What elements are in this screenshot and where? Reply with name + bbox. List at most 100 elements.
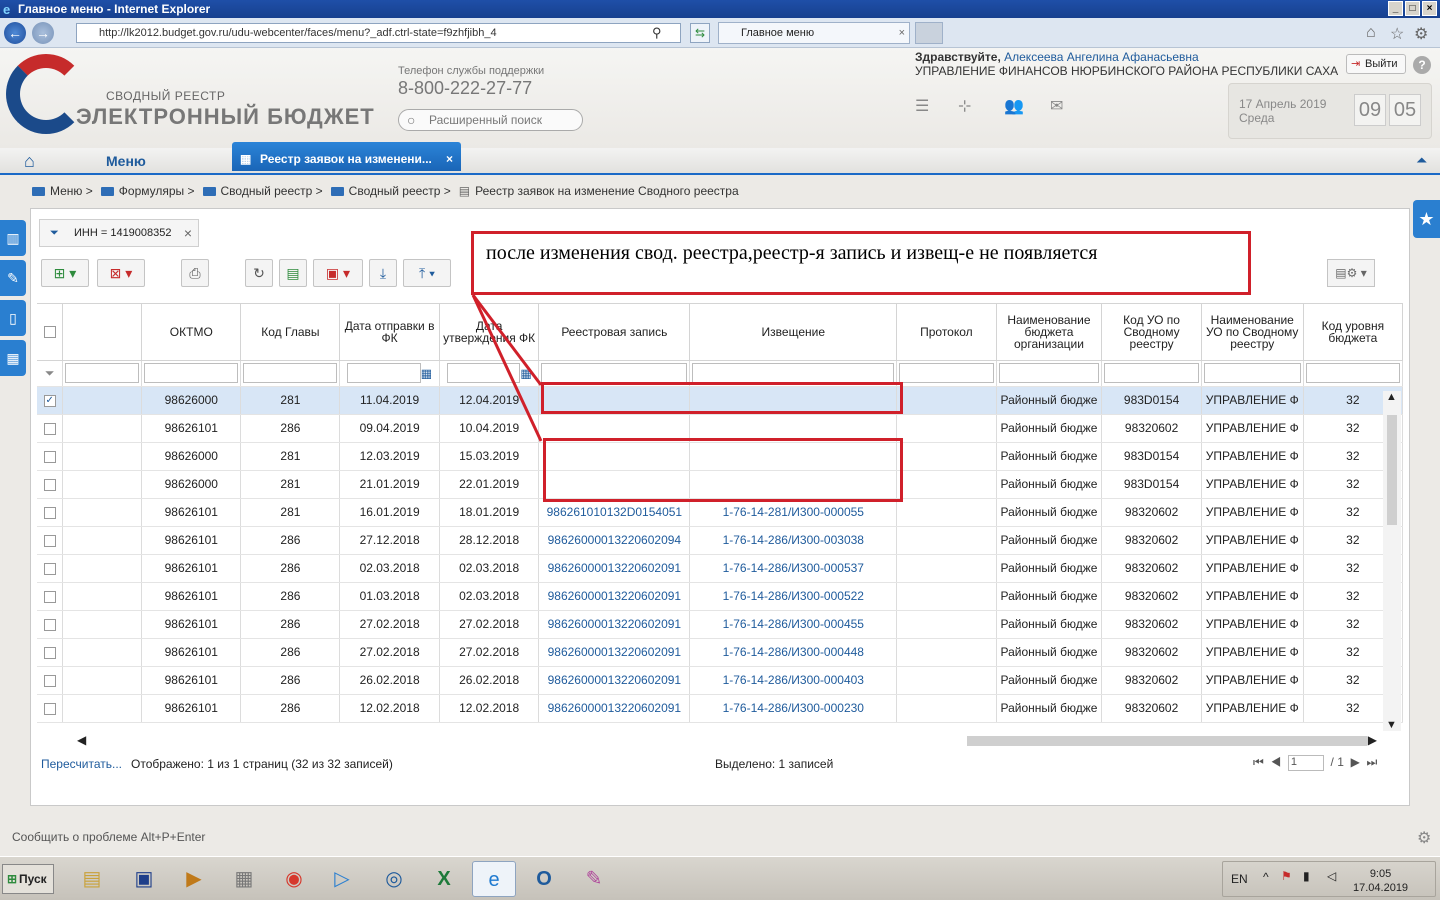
forward-arrow-icon[interactable]: →: [32, 22, 54, 44]
prev-page-icon[interactable]: ◀: [1270, 755, 1281, 769]
cell-registry-record[interactable]: 98626000013220602091: [538, 638, 691, 667]
explorer-icon[interactable]: ▤: [70, 861, 114, 897]
row-checkbox[interactable]: [43, 618, 56, 631]
back-arrow-icon[interactable]: ←: [4, 22, 26, 44]
row-checkbox[interactable]: [43, 478, 56, 491]
column-filter-input[interactable]: [998, 363, 1100, 383]
row-checkbox[interactable]: [43, 422, 56, 435]
advanced-search-input[interactable]: ○ Расширенный поиск: [398, 109, 583, 131]
row-checkbox[interactable]: [43, 450, 56, 463]
scroll-up-icon[interactable]: ▲: [1386, 391, 1397, 403]
calculator-icon[interactable]: ▦: [222, 861, 266, 897]
scroll-down-icon[interactable]: ▼: [1386, 719, 1397, 731]
table-row[interactable]: 98626101 286 26.02.2018 26.02.2018 986260000…: [37, 666, 1403, 695]
tray-expand-icon[interactable]: ^: [1263, 870, 1269, 884]
favorites-star-icon[interactable]: ☆: [1390, 24, 1404, 44]
scroll-left-icon[interactable]: ◀: [77, 733, 86, 747]
help-icon[interactable]: ?: [1413, 56, 1431, 74]
column-filter-input[interactable]: [1104, 363, 1199, 383]
table-row[interactable]: 98626101 286 27.12.2018 28.12.2018 986260000…: [37, 526, 1403, 555]
user-name[interactable]: Алексеева Ангелина Афанасьевна: [1004, 50, 1199, 64]
volume-icon[interactable]: ◁: [1327, 869, 1336, 883]
row-checkbox[interactable]: ✓: [43, 394, 56, 407]
media-player-icon[interactable]: ▶: [172, 861, 216, 897]
table-row[interactable]: 98626101 286 27.02.2018 27.02.2018 986260000…: [37, 610, 1403, 639]
collapse-header-icon[interactable]: ⏶: [1416, 152, 1427, 169]
last-page-icon[interactable]: ⏭: [1366, 755, 1377, 769]
column-header-notice[interactable]: Извещение: [689, 304, 898, 361]
menu-button[interactable]: Меню: [106, 153, 146, 169]
save-disk-icon[interactable]: ▣: [122, 861, 166, 897]
report-problem-link[interactable]: Сообщить о проблеме Alt+P+Enter: [12, 830, 205, 844]
cell-notice[interactable]: 1-76-14-286/И300-000537: [689, 554, 898, 583]
column-filter-input[interactable]: [541, 363, 688, 383]
row-checkbox[interactable]: [43, 702, 56, 715]
paint-icon[interactable]: ✎: [572, 861, 616, 897]
cell-registry-record[interactable]: 98626000013220602091: [538, 694, 691, 723]
refresh-button[interactable]: ↻: [245, 259, 273, 287]
export-excel-button[interactable]: ▤: [279, 259, 307, 287]
breadcrumb-item[interactable]: Формуляры >: [100, 184, 195, 198]
row-checkbox[interactable]: [43, 590, 56, 603]
column-filter-input[interactable]: [1305, 363, 1400, 383]
cell-registry-record[interactable]: 98626000013220602091: [538, 554, 691, 583]
close-tab-icon[interactable]: ×: [899, 23, 905, 43]
breadcrumb-item[interactable]: Меню >: [32, 184, 93, 198]
home-icon[interactable]: ⌂: [24, 151, 35, 172]
column-filter-input[interactable]: [144, 363, 239, 383]
structure-icon[interactable]: ⊹: [958, 96, 971, 116]
column-header-approved-date[interactable]: Дата утверждения ФК: [439, 304, 540, 361]
print-button[interactable]: ⎙: [181, 259, 209, 287]
cell-notice[interactable]: 1-76-14-286/И300-000230: [689, 694, 898, 723]
cell-notice[interactable]: 1-76-14-286/И300-000522: [689, 582, 898, 611]
network-icon[interactable]: ▮: [1303, 869, 1310, 883]
search-icon[interactable]: ⚲: [652, 25, 662, 41]
list-icon[interactable]: ☰: [915, 96, 929, 116]
language-indicator[interactable]: EN: [1231, 872, 1248, 886]
column-header-registry-record[interactable]: Реестровая запись: [538, 304, 691, 361]
side-book-icon[interactable]: ▯: [0, 300, 26, 336]
column-header-kod-glavy[interactable]: Код Главы: [240, 304, 341, 361]
row-checkbox[interactable]: [43, 674, 56, 687]
side-calculator-icon[interactable]: ▦: [0, 340, 26, 376]
column-header-uo-name[interactable]: Наименование УО по Сводному реестру: [1201, 304, 1304, 361]
delete-record-button[interactable]: ⊠ ▾: [97, 259, 145, 287]
column-filter-input[interactable]: [446, 363, 521, 383]
cell-notice[interactable]: 1-76-14-286/И300-000403: [689, 666, 898, 695]
column-header-budget-name[interactable]: Наименование бюджета организации: [996, 304, 1103, 361]
logout-button[interactable]: ⇥ Выйти: [1346, 54, 1406, 74]
settings-gear-icon[interactable]: ⚙: [1417, 828, 1431, 848]
cell-notice[interactable]: 1-76-14-286/И300-003038: [689, 526, 898, 555]
column-filter-input[interactable]: [692, 363, 895, 383]
add-record-button[interactable]: ⊞ ▾: [41, 259, 89, 287]
close-tab-icon[interactable]: ×: [446, 147, 453, 171]
cell-registry-record[interactable]: 98626000013220602091: [538, 610, 691, 639]
column-header-uo-code[interactable]: Код УО по Сводному реестру: [1101, 304, 1202, 361]
cell-registry-record[interactable]: 98626000013220602094: [538, 526, 691, 555]
side-edit-icon[interactable]: ✎: [0, 260, 26, 296]
cell-registry-record[interactable]: 986261010132D0154051: [538, 498, 691, 527]
document-actions-button[interactable]: ▣ ▾: [313, 259, 363, 287]
remove-filter-icon[interactable]: ×: [184, 220, 192, 246]
column-header-sent-date[interactable]: Дата отправки в ФК: [339, 304, 440, 361]
filter-icon[interactable]: ⏷: [45, 366, 55, 380]
column-filter-input[interactable]: [347, 363, 421, 383]
calendar-icon[interactable]: ▦: [421, 367, 432, 381]
columns-settings-button[interactable]: ▤⚙ ▾: [1327, 259, 1375, 287]
breadcrumb-item[interactable]: Сводный реестр >: [202, 184, 323, 198]
chrome-icon[interactable]: ◉: [272, 861, 316, 897]
filter-chip[interactable]: ⏷ ИНН = 1419008352 ×: [39, 219, 199, 247]
home-icon[interactable]: ⌂: [1366, 24, 1376, 42]
table-row[interactable]: 98626101 286 27.02.2018 27.02.2018 986260000…: [37, 638, 1403, 667]
column-header-budget-level[interactable]: Код уровня бюджета: [1303, 304, 1403, 361]
table-row[interactable]: 98626101 286 01.03.2018 02.03.2018 986260000…: [37, 582, 1403, 611]
close-window-button[interactable]: ×: [1422, 1, 1437, 16]
filter-toggle-cell[interactable]: ⏷: [37, 360, 64, 387]
next-page-icon[interactable]: ▶: [1351, 755, 1360, 769]
flag-icon[interactable]: ⚑: [1281, 869, 1292, 883]
cell-registry-record[interactable]: 98626000013220602091: [538, 666, 691, 695]
row-checkbox[interactable]: [43, 534, 56, 547]
mail-icon[interactable]: ✉: [1050, 96, 1063, 116]
vertical-scrollbar[interactable]: ▲ ▼: [1383, 391, 1401, 731]
tab-registry-requests[interactable]: ▦ Реестр заявок на изменени... ×: [232, 142, 461, 171]
